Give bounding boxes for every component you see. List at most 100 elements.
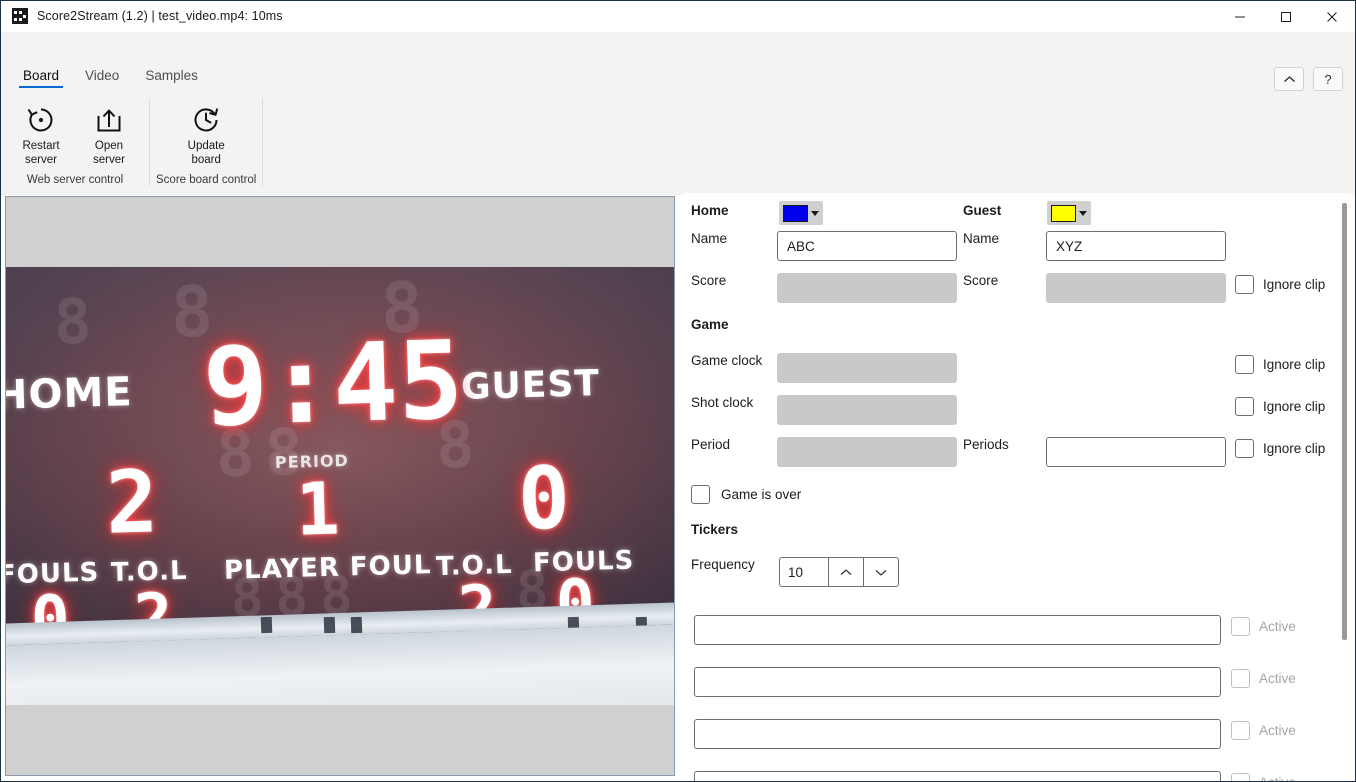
frequency-increment-button[interactable] bbox=[828, 558, 863, 586]
periods-label-wrap: Periods bbox=[963, 437, 1009, 452]
settings-scrollbar-thumb[interactable] bbox=[1342, 203, 1347, 640]
scoreboard-guest-score: 0 bbox=[516, 448, 572, 550]
home-name-input[interactable]: ABC bbox=[777, 231, 957, 261]
home-score-label: Score bbox=[691, 273, 727, 288]
game-over-row[interactable]: Game is over bbox=[691, 485, 801, 504]
minimize-button[interactable] bbox=[1217, 1, 1263, 32]
settings-scrollbar[interactable] bbox=[1339, 193, 1351, 781]
ribbon-right-buttons: ? bbox=[1274, 67, 1343, 91]
frequency-stepper[interactable]: 10 bbox=[779, 557, 899, 587]
ticker-active-row-2[interactable]: Active bbox=[1231, 669, 1296, 688]
game-over-checkbox[interactable] bbox=[691, 485, 710, 504]
app-window: Score2Stream (1.2) | test_video.mp4: 10m… bbox=[0, 0, 1356, 782]
scoreboard-guest-label: GUEST bbox=[460, 363, 601, 408]
scoreboard-home-score: 2 bbox=[104, 452, 160, 554]
guest-color-swatch bbox=[1051, 204, 1076, 222]
guest-score-input bbox=[1046, 273, 1226, 303]
shot-clock-ignore-clip-label: Ignore clip bbox=[1263, 399, 1326, 414]
ticker-active-label-2: Active bbox=[1259, 671, 1296, 686]
shot-clock-ignore-clip-row[interactable]: Ignore clip bbox=[1235, 397, 1325, 416]
game-clock-ignore-clip-row[interactable]: Ignore clip bbox=[1235, 355, 1325, 374]
open-server-button[interactable]: Open server bbox=[75, 96, 143, 174]
ticker-active-row-4[interactable]: Active bbox=[1231, 773, 1296, 781]
ribbon-tabs: Board Video Samples bbox=[1, 65, 1355, 96]
guest-color-combo[interactable] bbox=[1047, 201, 1091, 225]
video-preview[interactable]: 8 8 8 88 8 888 8 HOME GUEST 9:45 PERIOD … bbox=[5, 196, 675, 776]
tab-video[interactable]: Video bbox=[72, 65, 132, 95]
ticker-input-1[interactable] bbox=[694, 615, 1221, 645]
game-clock-input bbox=[777, 353, 957, 383]
ticker-active-label-4: Active bbox=[1259, 775, 1296, 781]
help-button-label: ? bbox=[1324, 71, 1332, 87]
maximize-button[interactable] bbox=[1263, 1, 1309, 32]
chevron-down-icon bbox=[811, 210, 819, 216]
ticker-input-3[interactable] bbox=[694, 719, 1221, 749]
game-clock-label: Game clock bbox=[691, 353, 763, 368]
ticker-input-2[interactable] bbox=[694, 667, 1221, 697]
tab-samples[interactable]: Samples bbox=[132, 65, 211, 95]
guest-name-label-wrap: Name bbox=[963, 231, 999, 246]
guest-score-label-wrap: Score bbox=[963, 273, 998, 288]
scoreboard-period-value: 1 bbox=[294, 466, 341, 552]
group-score-board-control: Update board Score board control bbox=[150, 96, 262, 195]
guest-heading: Guest bbox=[963, 203, 1002, 218]
score-ignore-clip-checkbox[interactable] bbox=[1235, 275, 1254, 294]
close-button[interactable] bbox=[1309, 1, 1355, 32]
board-settings-panel: Home Guest Name ABC Name XYZ Score Score bbox=[683, 193, 1343, 781]
window-title: Score2Stream (1.2) | test_video.mp4: 10m… bbox=[37, 9, 283, 23]
guest-score-label: Score bbox=[963, 273, 999, 288]
periods-label: Periods bbox=[963, 437, 1009, 452]
app-logo-icon bbox=[12, 8, 28, 24]
tab-samples-label: Samples bbox=[145, 68, 198, 83]
help-button[interactable]: ? bbox=[1313, 67, 1343, 91]
home-score-label-wrap: Score bbox=[691, 273, 726, 288]
scoreboard-player-foul-label: PLAYER FOUL bbox=[223, 550, 432, 586]
photo-rail-notch bbox=[350, 616, 363, 633]
ticker-active-row-3[interactable]: Active bbox=[1231, 721, 1296, 740]
tab-active-indicator bbox=[19, 86, 64, 88]
update-clock-icon bbox=[191, 103, 221, 137]
ticker-active-label-1: Active bbox=[1259, 619, 1296, 634]
frequency-value[interactable]: 10 bbox=[780, 558, 828, 586]
guest-section-header: Guest bbox=[963, 203, 1001, 218]
periods-input[interactable] bbox=[1046, 437, 1226, 467]
guest-name-input[interactable]: XYZ bbox=[1046, 231, 1226, 261]
ticker-active-row-1[interactable]: Active bbox=[1231, 617, 1296, 636]
ribbon-top-strip bbox=[1, 32, 1355, 65]
open-external-icon bbox=[94, 103, 124, 137]
game-clock-ignore-clip-checkbox[interactable] bbox=[1235, 355, 1254, 374]
shot-clock-ignore-clip-checkbox[interactable] bbox=[1235, 397, 1254, 416]
game-over-label: Game is over bbox=[721, 487, 802, 502]
ticker-active-checkbox-3[interactable] bbox=[1231, 721, 1250, 740]
home-heading: Home bbox=[691, 203, 729, 218]
restart-server-button[interactable]: Restart server bbox=[7, 96, 75, 174]
period-ignore-clip-checkbox[interactable] bbox=[1235, 439, 1254, 458]
group-web-server-control: Restart server Open server Web server co… bbox=[1, 96, 149, 195]
collapse-ribbon-button[interactable] bbox=[1274, 67, 1304, 91]
tickers-section-header: Tickers bbox=[691, 522, 738, 537]
tickers-heading: Tickers bbox=[691, 522, 739, 537]
frequency-decrement-button[interactable] bbox=[863, 558, 898, 586]
scoreboard-photo: 8 8 8 88 8 888 8 HOME GUEST 9:45 PERIOD … bbox=[6, 267, 674, 705]
shot-clock-input bbox=[777, 395, 957, 425]
frequency-label: Frequency bbox=[691, 557, 755, 572]
ticker-input-4[interactable] bbox=[694, 771, 1221, 781]
home-color-combo[interactable] bbox=[779, 201, 823, 225]
group-web-server-control-label: Web server control bbox=[26, 174, 124, 186]
tab-board[interactable]: Board bbox=[10, 65, 72, 95]
tab-video-label: Video bbox=[85, 68, 120, 83]
ticker-active-checkbox-1[interactable] bbox=[1231, 617, 1250, 636]
ticker-active-checkbox-2[interactable] bbox=[1231, 669, 1250, 688]
chevron-down-icon bbox=[1079, 210, 1087, 216]
ticker-active-checkbox-4[interactable] bbox=[1231, 773, 1250, 781]
photo-rail-notch bbox=[323, 616, 336, 633]
update-board-button[interactable]: Update board bbox=[172, 96, 240, 174]
score-ignore-clip-row[interactable]: Ignore clip bbox=[1235, 275, 1325, 294]
period-ignore-clip-row[interactable]: Ignore clip bbox=[1235, 439, 1325, 458]
home-color-swatch bbox=[783, 204, 808, 222]
game-section-header: Game bbox=[691, 317, 729, 332]
restart-server-label: Restart server bbox=[22, 140, 60, 166]
guest-name-label: Name bbox=[963, 231, 1000, 246]
game-clock-label-wrap: Game clock bbox=[691, 353, 762, 368]
window-controls bbox=[1217, 1, 1355, 32]
